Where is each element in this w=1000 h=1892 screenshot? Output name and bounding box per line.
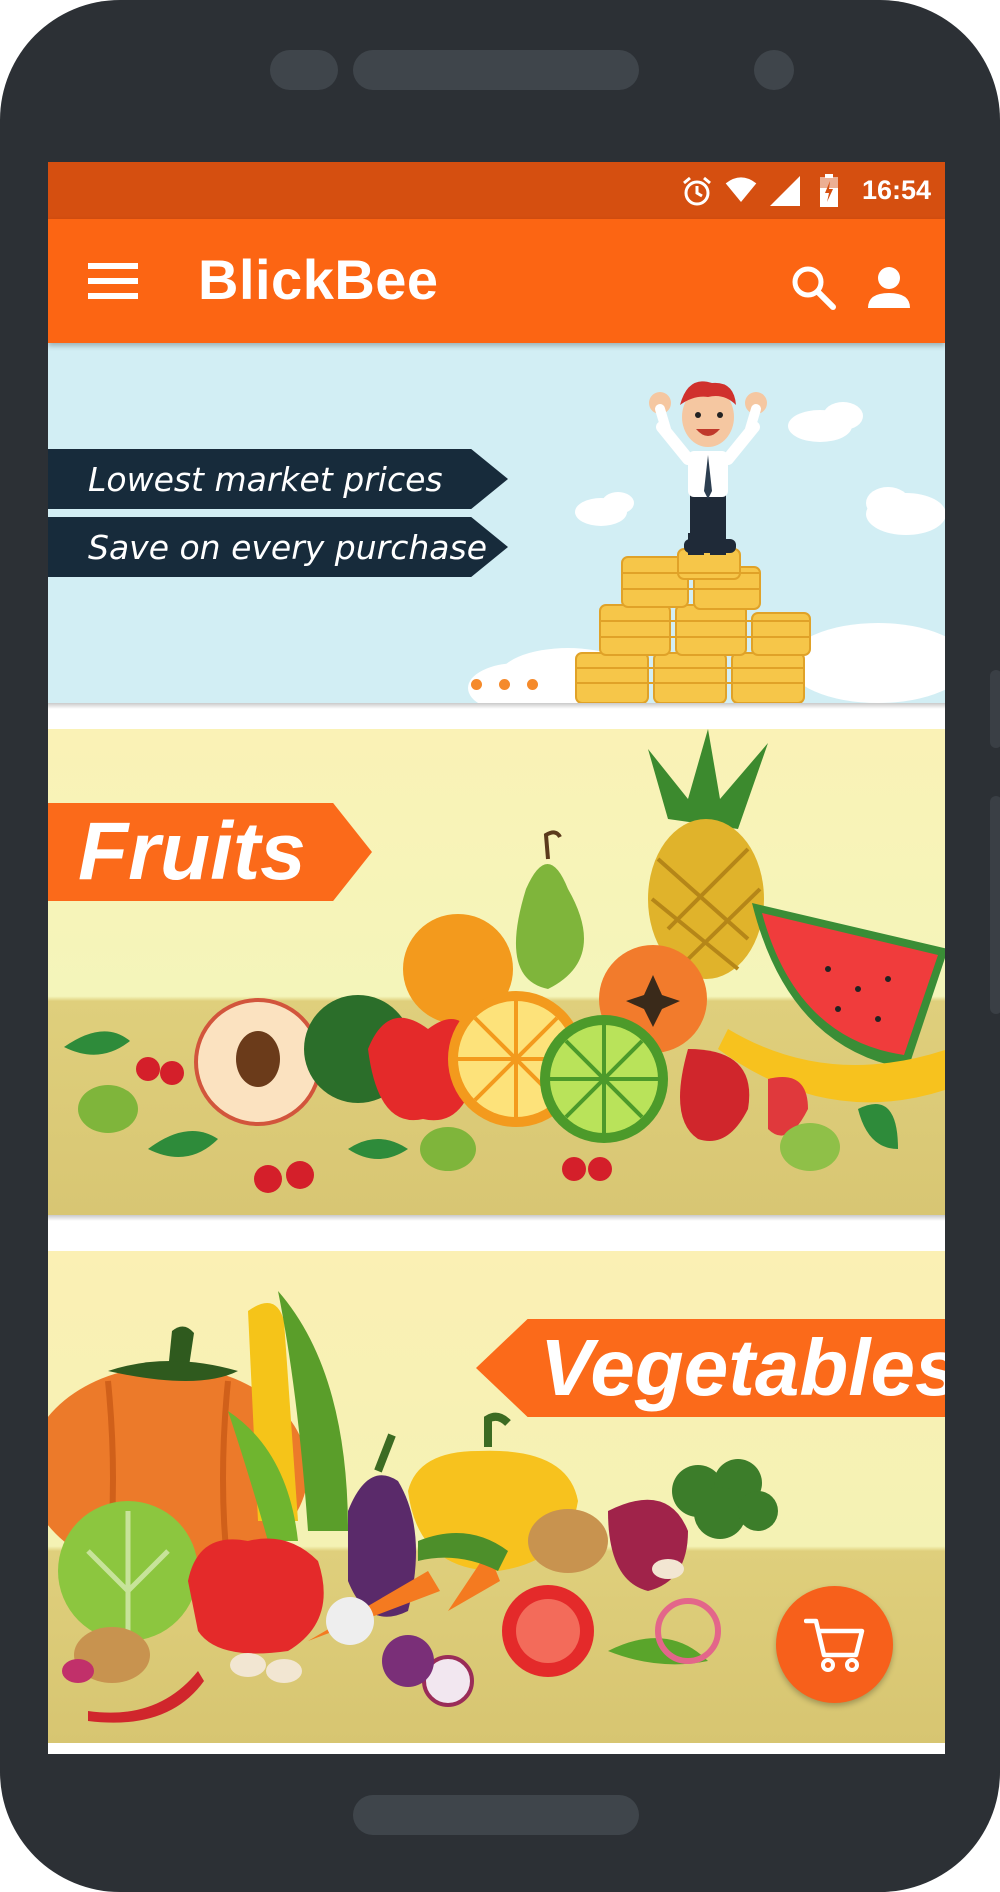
promo-line-2: Save on every purchase [88,527,488,567]
fruits-tag: Fruits [48,803,372,901]
fruits-illustration [64,729,945,1193]
signal-icon [768,174,802,208]
divider [48,703,945,709]
phone-frame: 16:54 BlickBee Lowest market prices Save… [0,0,1000,1892]
cart-icon [803,1618,864,1672]
search-button[interactable] [783,257,843,317]
bottom-speaker [353,1795,639,1835]
cart-button[interactable] [776,1586,893,1703]
battery-icon [812,173,846,208]
app-title: BlickBee [198,248,439,311]
promo-ribbon-1: Lowest market prices [48,449,508,509]
promo-ribbon-2: Save on every purchase [48,517,508,577]
vegetables-label: Vegetables [540,1323,945,1412]
menu-button[interactable] [82,255,144,307]
promo-banner[interactable]: Lowest market prices Save on every purch… [48,343,945,703]
divider [48,1215,945,1221]
carousel-dot[interactable] [499,679,510,690]
account-button[interactable] [859,257,919,317]
fruits-label: Fruits [78,806,306,897]
carousel-dot[interactable] [527,679,538,690]
vegetables-tag: Vegetables [476,1319,945,1417]
power-button [990,796,1000,1014]
earpiece-speaker [353,50,639,90]
alarm-icon [680,174,714,208]
category-card-fruits[interactable]: Fruits [48,729,945,1215]
app-bar: BlickBee [48,219,945,343]
promo-line-1: Lowest market prices [88,459,443,499]
wifi-icon [724,174,758,208]
proximity-sensor [270,50,338,90]
status-time: 16:54 [861,175,931,205]
front-camera [754,50,794,90]
account-icon [868,267,910,308]
status-bar: 16:54 [48,162,945,219]
screen: 16:54 BlickBee Lowest market prices Save… [48,162,945,1754]
carousel-dot[interactable] [471,679,482,690]
search-icon [792,266,836,310]
volume-button [990,670,1000,748]
menu-icon [88,263,138,299]
